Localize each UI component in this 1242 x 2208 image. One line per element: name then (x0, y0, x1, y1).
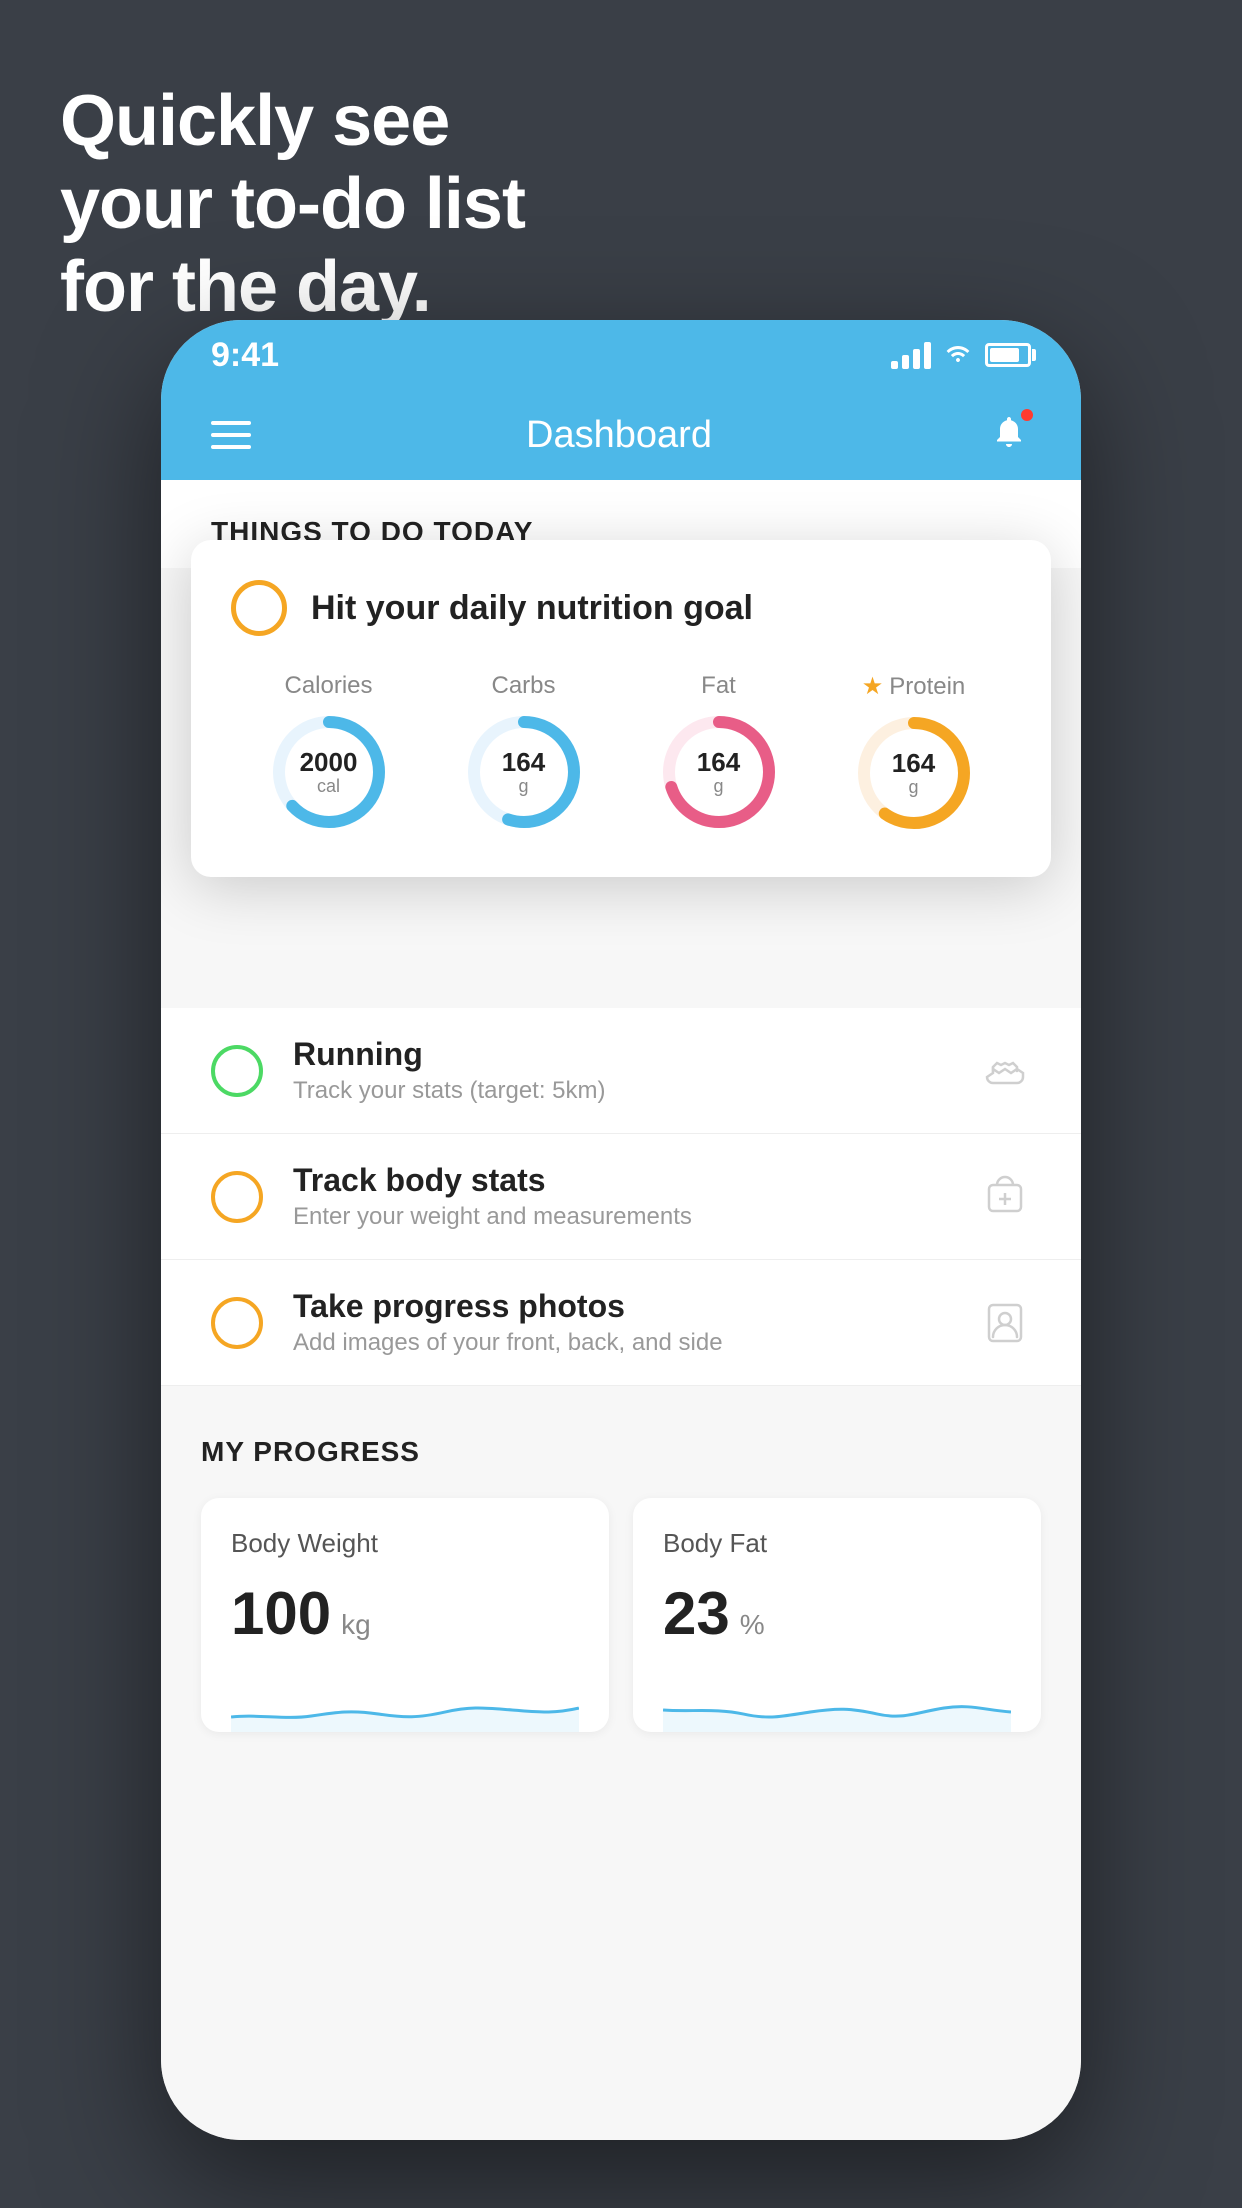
running-text: Running Track your stats (target: 5km) (293, 1036, 979, 1105)
nav-bar: Dashboard (161, 390, 1081, 480)
phone-wrapper: 9:41 Dashboard (161, 320, 1081, 2140)
body-weight-title: Body Weight (231, 1528, 579, 1559)
nutrition-carbs: Carbs 164 g (464, 672, 584, 832)
battery-icon (985, 343, 1031, 367)
body-weight-value: 100 (231, 1579, 331, 1648)
status-bar: 9:41 (161, 320, 1081, 390)
status-icons (891, 340, 1031, 371)
nutrition-protein: ★ Protein 164 g (854, 672, 974, 833)
calories-value: 2000 (300, 748, 358, 777)
photos-text: Take progress photos Add images of your … (293, 1288, 979, 1357)
hero-text: Quickly see your to-do list for the day. (60, 80, 525, 328)
protein-label: Protein (889, 673, 965, 701)
status-time: 9:41 (211, 336, 279, 375)
progress-heading: MY PROGRESS (201, 1436, 1041, 1468)
calories-label: Calories (284, 672, 372, 700)
person-icon (979, 1297, 1031, 1349)
todo-list: Running Track your stats (target: 5km) (161, 1008, 1081, 1386)
scale-icon (979, 1171, 1031, 1223)
fat-unit: g (697, 776, 740, 796)
calories-unit: cal (300, 776, 358, 796)
protein-unit: g (892, 777, 935, 797)
star-icon: ★ (862, 672, 884, 701)
progress-cards: Body Weight 100 kg (201, 1498, 1041, 1732)
calories-donut: 2000 cal (269, 712, 389, 832)
body-fat-title: Body Fat (663, 1528, 1011, 1559)
app-content: THINGS TO DO TODAY Hit your daily nutrit… (161, 480, 1081, 2140)
carbs-value: 164 (502, 748, 545, 777)
photos-subtitle: Add images of your front, back, and side (293, 1329, 979, 1357)
running-subtitle: Track your stats (target: 5km) (293, 1077, 979, 1105)
carbs-label: Carbs (491, 672, 555, 700)
wifi-icon (943, 340, 973, 371)
nutrition-fat: Fat 164 g (659, 672, 779, 832)
notification-badge (1019, 407, 1035, 423)
hero-line3: for the day. (60, 246, 525, 329)
body-fat-chart (663, 1672, 1011, 1732)
nutrition-card: Hit your daily nutrition goal Calories (191, 540, 1051, 877)
body-weight-value-row: 100 kg (231, 1579, 579, 1648)
nutrition-check-circle[interactable] (231, 580, 287, 636)
body-stats-title: Track body stats (293, 1162, 979, 1199)
todo-item-running[interactable]: Running Track your stats (target: 5km) (161, 1008, 1081, 1134)
body-stats-check-circle[interactable] (211, 1171, 263, 1223)
body-fat-card[interactable]: Body Fat 23 % (633, 1498, 1041, 1732)
hero-line2: your to-do list (60, 163, 525, 246)
nutrition-calories: Calories 2000 cal (269, 672, 389, 832)
running-check-circle[interactable] (211, 1045, 263, 1097)
body-weight-unit: kg (341, 1609, 371, 1641)
progress-section: MY PROGRESS Body Weight 100 kg (161, 1386, 1081, 1762)
hero-line1: Quickly see (60, 80, 525, 163)
carbs-donut: 164 g (464, 712, 584, 832)
nutrition-row: Calories 2000 cal (231, 672, 1011, 833)
fat-label: Fat (701, 672, 736, 700)
body-fat-unit: % (740, 1609, 765, 1641)
protein-donut: 164 g (854, 713, 974, 833)
carbs-unit: g (502, 776, 545, 796)
body-stats-subtitle: Enter your weight and measurements (293, 1203, 979, 1231)
body-fat-value: 23 (663, 1579, 730, 1648)
nutrition-card-title: Hit your daily nutrition goal (311, 589, 753, 628)
body-fat-value-row: 23 % (663, 1579, 1011, 1648)
hamburger-menu[interactable] (211, 421, 251, 449)
fat-donut: 164 g (659, 712, 779, 832)
fat-value: 164 (697, 748, 740, 777)
todo-item-photos[interactable]: Take progress photos Add images of your … (161, 1260, 1081, 1386)
body-weight-chart (231, 1672, 579, 1732)
body-weight-card[interactable]: Body Weight 100 kg (201, 1498, 609, 1732)
photos-title: Take progress photos (293, 1288, 979, 1325)
photos-check-circle[interactable] (211, 1297, 263, 1349)
phone-shell: 9:41 Dashboard (161, 320, 1081, 2140)
protein-value: 164 (892, 749, 935, 778)
todo-item-body-stats[interactable]: Track body stats Enter your weight and m… (161, 1134, 1081, 1260)
protein-label-row: ★ Protein (862, 672, 966, 701)
shoe-icon (979, 1045, 1031, 1097)
card-header: Hit your daily nutrition goal (231, 580, 1011, 636)
running-title: Running (293, 1036, 979, 1073)
nav-title: Dashboard (526, 414, 712, 457)
body-stats-text: Track body stats Enter your weight and m… (293, 1162, 979, 1231)
signal-icon (891, 341, 931, 369)
notifications-button[interactable] (987, 411, 1031, 460)
